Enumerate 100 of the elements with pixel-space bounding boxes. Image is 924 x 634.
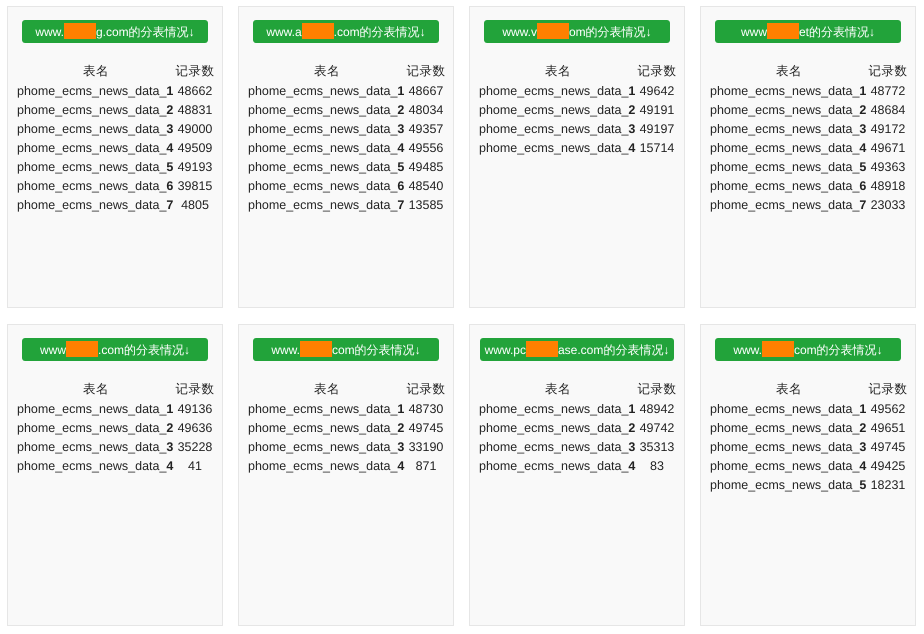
table-cell-text: phome_ecms_news_data_1 [710,82,868,100]
table-cell-text: phome_ecms_news_data_3 [17,438,174,456]
table-cell-text: phome_ecms_news_data_1 [17,82,174,100]
column-header: 表名 [775,381,803,398]
table-cell-text: 48034 [408,102,444,118]
table-cell-text: 49745 [408,420,444,436]
table-cell-text: phome_ecms_news_data_2 [248,102,406,119]
table-cell-text: phome_ecms_news_data_5 [710,476,868,494]
table-cell-text: phome_ecms_news_data_2 [710,102,868,119]
redaction-block [66,340,98,356]
table-cell-text: phome_ecms_news_data_2 [17,420,174,437]
site-title-button[interactable]: www. com的分表情况↓ [253,338,439,361]
table-cell-text: phome_ecms_news_data_4 [248,140,406,157]
table-cell-text: 48831 [176,102,214,118]
column-header: 表名 [82,63,110,80]
table-cell-text: 49651 [870,420,906,436]
column-header: 记录数 [868,381,908,398]
table-cell-text: phome_ecms_news_data_3 [479,438,636,456]
table-cell-text: phome_ecms_news_data_1 [248,82,406,100]
redaction-block [302,22,334,38]
table-cell-text: 48942 [638,400,676,418]
site-title-button[interactable]: www.a .com的分表情况↓ [253,20,439,43]
table-cell-text: 23033 [870,196,906,214]
redaction-block [537,22,569,38]
column-header: 表名 [775,63,803,80]
column-header: 表名 [313,63,341,80]
column-header: 表名 [544,63,572,80]
table-cell-text: 48667 [408,82,444,100]
table-cell-text: phome_ecms_news_data_2 [17,102,174,119]
table-cell-text: 871 [414,458,438,474]
table-cell-text: phome_ecms_news_data_1 [479,400,636,418]
site-title-button[interactable]: www. com的分表情况↓ [715,338,901,361]
table-cell-text: phome_ecms_news_data_3 [248,438,406,456]
redaction-block [762,340,794,356]
table-cell-text: 49191 [638,102,676,118]
column-header: 记录数 [175,381,215,398]
site-title-button[interactable]: www et的分表情况↓ [715,20,901,43]
site-title-button[interactable]: www. g.com的分表情况↓ [22,20,208,43]
table-cell-text: 49197 [638,120,676,138]
column-header: 记录数 [406,63,446,80]
table-cell-text: 4805 [180,196,210,214]
table-cell-text: 49193 [176,158,214,176]
table-cell-text: phome_ecms_news_data_3 [17,120,174,138]
table-cell-text: 49671 [870,140,906,156]
table-cell-text: phome_ecms_news_data_7 [248,196,406,214]
table-cell-text: 48918 [870,178,906,194]
table-cell-text: 48540 [408,178,444,194]
table-cell-text: 49742 [638,420,676,436]
table-cell-text: 49136 [176,400,214,418]
site-title-button[interactable]: www .com的分表情况↓ [22,338,208,361]
table-cell-text: phome_ecms_news_data_3 [479,120,636,138]
table-cell-text: phome_ecms_news_data_2 [479,102,636,119]
table-cell-text: 49425 [870,458,906,474]
table-cell-text: 13585 [408,196,444,214]
redaction-block [64,22,96,38]
table-cell-text: 49000 [176,120,214,138]
column-header: 记录数 [175,63,215,80]
site-title-button[interactable]: www.v om的分表情况↓ [484,20,670,43]
table-cell-text: 49745 [870,438,906,456]
table-cell-text: phome_ecms_news_data_3 [248,120,406,138]
column-header: 记录数 [637,381,677,398]
table-cell-text: 33190 [408,438,444,456]
column-header: 记录数 [406,381,446,398]
table-cell-text: phome_ecms_news_data_7 [710,196,868,214]
site-title-button[interactable]: www.pc ase.com的分表情况↓ [480,338,674,361]
table-cell-text: 49636 [176,420,214,436]
table-cell-text: phome_ecms_news_data_2 [710,420,868,437]
table-cell-text: phome_ecms_news_data_2 [479,420,636,437]
column-header: 表名 [82,381,110,398]
table-cell-text: phome_ecms_news_data_1 [710,400,868,418]
table-cell-text: 41 [187,458,203,474]
table-cell-text: phome_ecms_news_data_5 [248,158,406,176]
table-cell-text: phome_ecms_news_data_4 [17,458,174,475]
table-cell-text: 48730 [408,400,444,418]
table-cell-text: phome_ecms_news_data_1 [479,82,636,100]
table-cell-text: phome_ecms_news_data_6 [710,178,868,195]
table-cell-text: 49172 [870,120,906,138]
table-cell-text: phome_ecms_news_data_4 [710,458,868,475]
table-cell-text: 49357 [408,120,444,138]
table-cell-text: phome_ecms_news_data_1 [17,400,174,418]
table-cell-text: 49485 [408,158,444,176]
table-cell-text: phome_ecms_news_data_3 [710,120,868,138]
table-cell-text: phome_ecms_news_data_5 [710,158,868,176]
table-cell-text: phome_ecms_news_data_2 [248,420,406,437]
redaction-block [300,340,332,356]
redaction-block [526,340,558,356]
table-cell-text: 48772 [870,82,906,100]
table-cell-text: 35313 [638,438,676,456]
table-cell-text: 49556 [408,140,444,156]
table-cell-text: 49562 [870,400,906,418]
table-cell-text: phome_ecms_news_data_1 [248,400,406,418]
column-header: 记录数 [637,63,677,80]
redaction-block [766,22,799,38]
table-cell-text: 49509 [176,140,214,156]
table-cell-text: 35228 [176,438,214,456]
table-cell-text: phome_ecms_news_data_6 [248,178,406,195]
table-cell-text: 49642 [638,82,676,100]
table-cell-text: 15714 [638,140,676,156]
table-cell-text: phome_ecms_news_data_5 [17,158,174,176]
table-cell-text: 18231 [870,476,906,494]
